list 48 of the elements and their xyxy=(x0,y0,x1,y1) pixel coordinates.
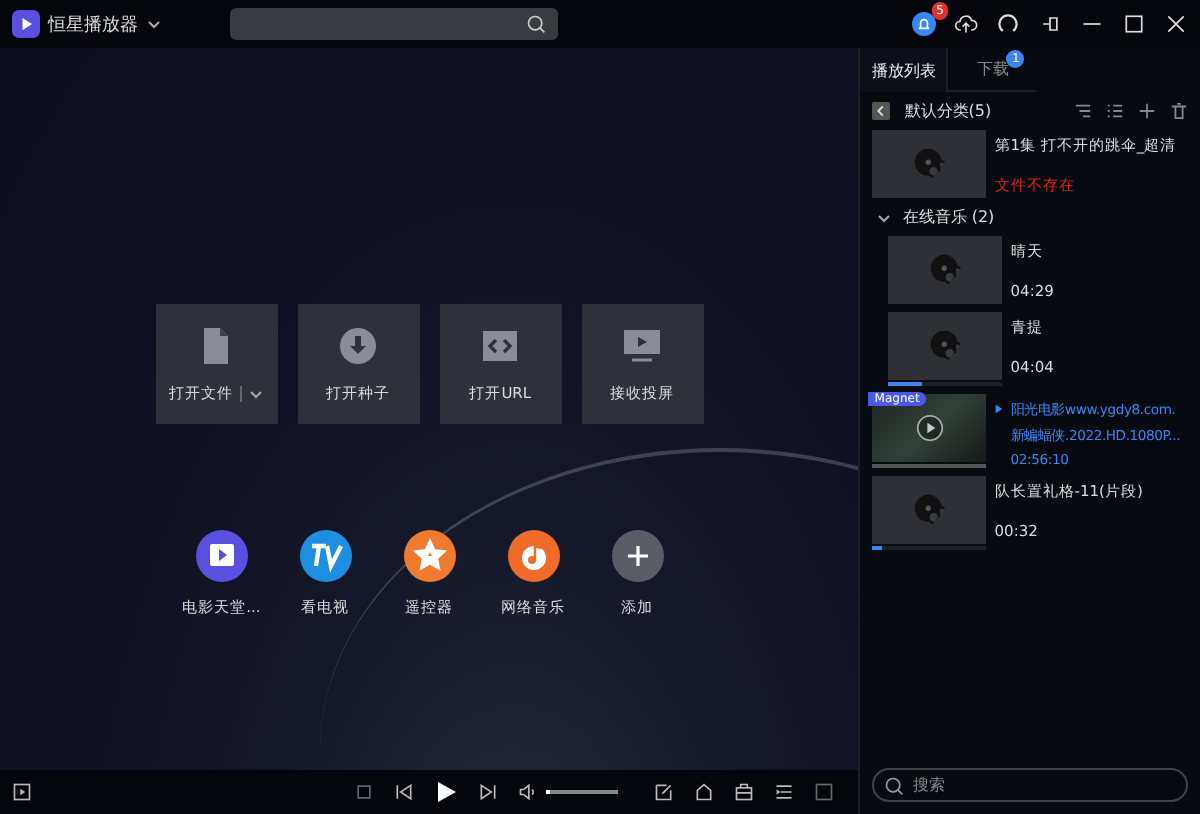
play-icon[interactable] xyxy=(193,528,250,584)
fullscreen-icon[interactable] xyxy=(814,782,835,802)
music-disc-icon xyxy=(927,252,964,288)
search-icon xyxy=(884,776,905,796)
music-note-icon[interactable] xyxy=(505,528,562,584)
link-icon xyxy=(480,325,521,365)
edit-icon[interactable] xyxy=(654,782,675,802)
sort-icon[interactable] xyxy=(1074,102,1092,120)
playlist-toggle-icon[interactable] xyxy=(12,782,32,802)
monitor-icon xyxy=(622,325,663,365)
music-disc-icon xyxy=(911,146,948,182)
tv-icon[interactable] xyxy=(297,528,354,584)
chevron-down-icon[interactable] xyxy=(876,209,893,225)
music-disc-icon xyxy=(927,328,964,364)
music-thumbnail[interactable] xyxy=(888,236,1003,304)
music-thumbnail[interactable] xyxy=(872,130,987,198)
play-circle-icon xyxy=(915,414,944,442)
cloud-upload-icon[interactable] xyxy=(954,12,978,36)
download-icon xyxy=(338,325,379,365)
search-icon[interactable] xyxy=(526,14,546,34)
trash-icon[interactable] xyxy=(1170,102,1188,120)
chevron-down-icon[interactable] xyxy=(146,16,162,32)
maximize-icon[interactable] xyxy=(1122,12,1146,36)
volume-icon[interactable] xyxy=(518,782,539,802)
group-title[interactable]: 在线音乐 (2) xyxy=(902,206,995,228)
stop-icon[interactable] xyxy=(354,782,375,802)
category-title[interactable]: 默认分类(5) xyxy=(904,100,992,122)
toolbox-icon[interactable] xyxy=(734,782,755,802)
app-logo-icon xyxy=(12,10,40,38)
music-thumbnail[interactable] xyxy=(872,476,987,544)
next-icon[interactable] xyxy=(478,782,499,802)
playlist-search-field[interactable]: 搜索 xyxy=(872,768,1188,802)
list-icon[interactable] xyxy=(1106,102,1124,120)
music-disc-icon xyxy=(911,492,948,528)
chevron-down-icon[interactable] xyxy=(247,385,264,401)
panel-tab[interactable]: 播放列表 xyxy=(860,48,949,92)
collapse-icon[interactable] xyxy=(872,102,891,120)
refresh-icon[interactable] xyxy=(996,12,1020,36)
add-icon[interactable] xyxy=(609,528,666,584)
bell-icon[interactable] xyxy=(912,12,936,36)
search-field[interactable] xyxy=(230,8,558,40)
music-thumbnail[interactable] xyxy=(888,312,1003,380)
close-icon[interactable] xyxy=(1164,12,1188,36)
list-icon[interactable] xyxy=(774,782,795,802)
play-icon[interactable] xyxy=(434,780,459,804)
app-title[interactable]: 恒星播放器 xyxy=(48,11,138,37)
video-thumbnail[interactable] xyxy=(872,394,987,462)
previous-icon[interactable] xyxy=(394,782,415,802)
